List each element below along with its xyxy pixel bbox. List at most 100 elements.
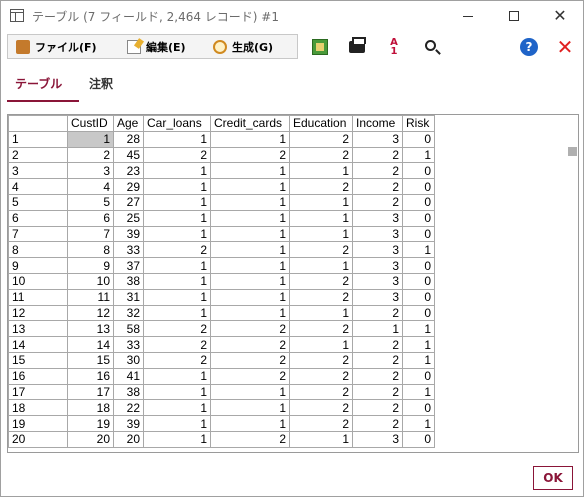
table-row[interactable]: 18 18 22 1 1 2 2 0 — [8, 399, 435, 417]
table-cell[interactable]: 2 — [289, 399, 353, 417]
table-cell[interactable]: 2 — [352, 367, 403, 385]
row-number-cell[interactable]: 3 — [8, 162, 68, 180]
table-cell[interactable]: 32 — [113, 304, 144, 322]
table-cell[interactable]: 1 — [210, 130, 290, 148]
table-cell[interactable]: 13 — [67, 320, 114, 338]
table-cell[interactable]: 1 — [402, 320, 435, 338]
table-cell[interactable]: 38 — [113, 383, 144, 401]
table-cell[interactable]: 11 — [67, 288, 114, 306]
row-number-cell[interactable]: 13 — [8, 320, 68, 338]
table-cell[interactable]: 3 — [352, 272, 403, 290]
row-number-cell[interactable]: 20 — [8, 430, 68, 448]
table-row[interactable]: 16 16 41 1 2 2 2 0 — [8, 367, 435, 385]
table-cell[interactable]: 1 — [210, 225, 290, 243]
table-cell[interactable]: 22 — [113, 399, 144, 417]
table-cell[interactable]: 6 — [67, 209, 114, 227]
table-cell[interactable]: 1 — [143, 304, 211, 322]
table-row[interactable]: 11 11 31 1 1 2 3 0 — [8, 288, 435, 306]
table-row[interactable]: 19 19 39 1 1 2 2 1 — [8, 415, 435, 432]
table-row[interactable]: 7 7 39 1 1 1 3 0 — [8, 225, 435, 243]
table-row[interactable]: 10 10 38 1 1 2 3 0 — [8, 272, 435, 290]
table-row[interactable]: 13 13 58 2 2 2 1 1 — [8, 320, 435, 338]
column-header[interactable]: Risk — [402, 115, 435, 132]
table-cell[interactable]: 2 — [143, 336, 211, 353]
table-cell[interactable]: 1 — [289, 430, 353, 448]
table-cell[interactable]: 2 — [289, 241, 353, 259]
table-cell[interactable]: 1 — [143, 383, 211, 401]
table-cell[interactable]: 3 — [352, 430, 403, 448]
row-number-cell[interactable]: 10 — [8, 272, 68, 290]
table-row[interactable]: 20 20 20 1 2 1 3 0 — [8, 430, 435, 448]
table-cell[interactable]: 39 — [113, 415, 144, 432]
table-cell[interactable]: 1 — [143, 399, 211, 417]
table-cell[interactable]: 2 — [289, 272, 353, 290]
row-number-cell[interactable]: 6 — [8, 209, 68, 227]
table-cell[interactable]: 14 — [67, 336, 114, 353]
table-cell[interactable]: 1 — [143, 193, 211, 211]
row-number-cell[interactable]: 18 — [8, 399, 68, 417]
table-cell[interactable]: 12 — [67, 304, 114, 322]
table-row[interactable]: 17 17 38 1 1 2 2 1 — [8, 383, 435, 401]
table-cell[interactable]: 1 — [210, 415, 290, 432]
table-cell[interactable]: 16 — [67, 367, 114, 385]
table-cell[interactable]: 2 — [352, 304, 403, 322]
table-cell[interactable]: 1 — [402, 146, 435, 164]
row-number-cell[interactable]: 2 — [8, 146, 68, 164]
table-cell[interactable]: 1 — [210, 272, 290, 290]
minimize-button[interactable] — [445, 1, 491, 31]
table-cell[interactable]: 1 — [143, 430, 211, 448]
row-number-cell[interactable]: 16 — [8, 367, 68, 385]
table-cell[interactable]: 3 — [352, 288, 403, 306]
table-cell[interactable]: 3 — [67, 162, 114, 180]
table-cell[interactable]: 1 — [210, 399, 290, 417]
table-row[interactable]: 9 9 37 1 1 1 3 0 — [8, 257, 435, 274]
table-cell[interactable]: 3 — [352, 241, 403, 259]
column-header[interactable]: CustID — [67, 115, 114, 132]
table-cell[interactable]: 20 — [67, 430, 114, 448]
row-number-cell[interactable]: 1 — [8, 130, 68, 148]
table-cell[interactable]: 2 — [352, 146, 403, 164]
maximize-button[interactable] — [491, 1, 537, 31]
table-cell[interactable]: 0 — [402, 430, 435, 448]
table-cell[interactable]: 1 — [143, 162, 211, 180]
table-cell[interactable]: 1 — [210, 304, 290, 322]
table-cell[interactable]: 0 — [402, 209, 435, 227]
table-cell[interactable]: 1 — [289, 162, 353, 180]
table-cell[interactable]: 0 — [402, 399, 435, 417]
table-cell[interactable]: 17 — [67, 383, 114, 401]
table-cell[interactable]: 23 — [113, 162, 144, 180]
table-cell[interactable]: 2 — [289, 320, 353, 338]
table-cell[interactable]: 31 — [113, 288, 144, 306]
row-number-cell[interactable]: 5 — [8, 193, 68, 211]
table-row[interactable]: 2 2 45 2 2 2 2 1 — [8, 146, 435, 164]
row-number-cell[interactable]: 19 — [8, 415, 68, 432]
table-row[interactable]: 15 15 30 2 2 2 2 1 — [8, 351, 435, 369]
table-cell[interactable]: 1 — [143, 178, 211, 195]
table-cell[interactable]: 1 — [143, 272, 211, 290]
table-cell[interactable]: 30 — [113, 351, 144, 369]
table-cell[interactable]: 2 — [143, 320, 211, 338]
column-header[interactable]: Education — [289, 115, 353, 132]
table-cell[interactable]: 3 — [352, 257, 403, 274]
export-button[interactable] — [308, 36, 332, 58]
close-dialog-button[interactable]: ✕ — [553, 36, 577, 58]
table-cell[interactable]: 2 — [143, 351, 211, 369]
table-cell[interactable]: 1 — [210, 383, 290, 401]
table-cell[interactable]: 2 — [289, 351, 353, 369]
table-cell[interactable]: 1 — [289, 257, 353, 274]
data-table-frame[interactable]: CustID Age Car_loans Credit_cards Education I… — [7, 114, 579, 453]
table-cell[interactable]: 3 — [352, 225, 403, 243]
table-cell[interactable]: 2 — [352, 193, 403, 211]
table-cell[interactable]: 2 — [352, 415, 403, 432]
table-row[interactable]: 8 8 33 2 1 2 3 1 — [8, 241, 435, 259]
table-row[interactable]: 3 3 23 1 1 1 2 0 — [8, 162, 435, 180]
row-number-cell[interactable]: 7 — [8, 225, 68, 243]
title-bar[interactable]: テーブル (7 フィールド, 2,464 レコード) #1 ✕ — [1, 1, 583, 31]
table-cell[interactable]: 37 — [113, 257, 144, 274]
table-cell[interactable]: 2 — [210, 351, 290, 369]
table-cell[interactable]: 1 — [402, 336, 435, 353]
tab-annotations[interactable]: 注釈 — [89, 71, 129, 102]
table-cell[interactable]: 1 — [352, 320, 403, 338]
row-number-cell[interactable]: 11 — [8, 288, 68, 306]
table-cell[interactable]: 2 — [352, 162, 403, 180]
